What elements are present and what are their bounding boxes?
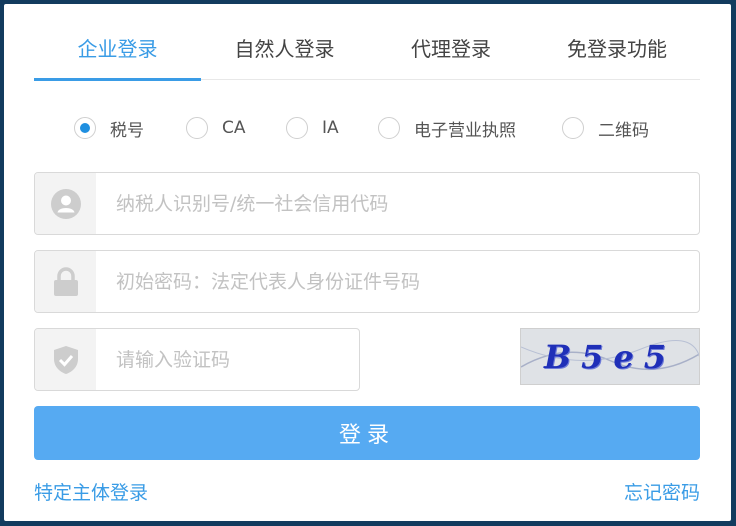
radio-qr-code[interactable]: 二维码	[562, 115, 649, 141]
captcha-text: B5e5	[544, 337, 676, 376]
tab-label: 免登录功能	[567, 37, 667, 61]
tab-label: 企业登录	[77, 37, 158, 61]
taxpayer-id-field	[34, 172, 700, 235]
active-tab-underline	[34, 78, 201, 81]
password-input[interactable]	[116, 251, 685, 312]
login-type-radio-group: 税号 CA IA 电子营业执照 二维码	[4, 115, 731, 141]
tab-label: 自然人登录	[234, 37, 335, 61]
radio-label: 税号	[110, 120, 144, 141]
radio-unchecked-icon	[286, 117, 308, 139]
forgot-password-link[interactable]: 忘记密码	[624, 478, 700, 505]
taxpayer-id-input[interactable]	[116, 173, 685, 234]
lock-icon	[35, 251, 96, 312]
radio-label: 电子营业执照	[414, 120, 516, 141]
radio-ia[interactable]: IA	[286, 115, 339, 141]
radio-electronic-license[interactable]: 电子营业执照	[378, 115, 516, 141]
radio-label: CA	[222, 118, 246, 138]
tab-enterprise-login[interactable]: 企业登录	[34, 22, 201, 81]
tab-label: 代理登录	[411, 37, 491, 61]
captcha-image[interactable]: B5e5	[520, 328, 700, 385]
login-button[interactable]: 登录	[34, 406, 700, 460]
captcha-field	[34, 328, 360, 391]
radio-tax-number[interactable]: 税号	[74, 115, 144, 141]
shield-check-icon	[35, 329, 96, 390]
tab-individual-login[interactable]: 自然人登录	[201, 22, 368, 79]
radio-ca[interactable]: CA	[186, 115, 246, 141]
radio-unchecked-icon	[562, 117, 584, 139]
tab-agent-login[interactable]: 代理登录	[368, 22, 534, 79]
radio-unchecked-icon	[186, 117, 208, 139]
login-tabs: 企业登录 自然人登录 代理登录 免登录功能	[34, 22, 700, 81]
radio-unchecked-icon	[378, 117, 400, 139]
tab-no-login-functions[interactable]: 免登录功能	[534, 22, 700, 79]
user-icon	[35, 173, 96, 234]
radio-checked-icon	[74, 117, 96, 139]
radio-label: 二维码	[598, 120, 649, 141]
login-card: 企业登录 自然人登录 代理登录 免登录功能 税号 CA IA 电子营业执照 二维…	[4, 4, 731, 521]
special-entity-login-link[interactable]: 特定主体登录	[34, 478, 148, 505]
captcha-input[interactable]	[116, 329, 345, 390]
password-field	[34, 250, 700, 313]
radio-label: IA	[322, 118, 339, 138]
